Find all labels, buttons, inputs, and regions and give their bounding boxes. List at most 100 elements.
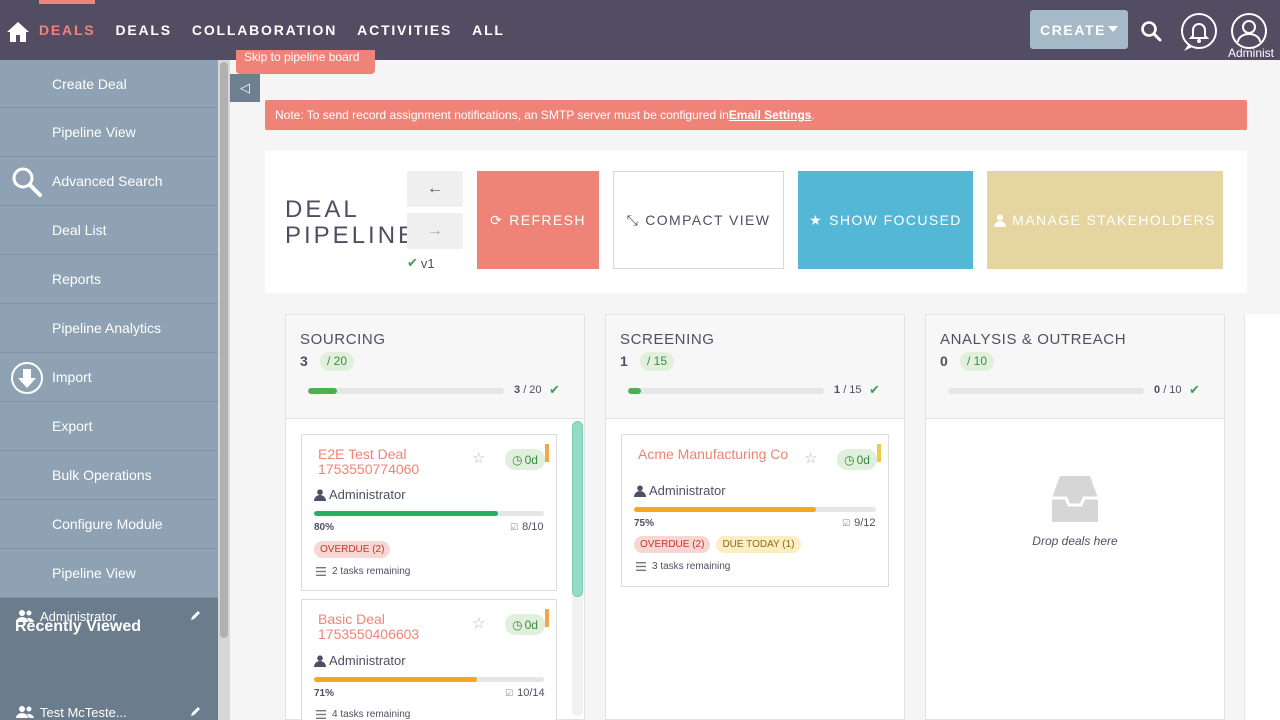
sidebar-item-label: Reports (52, 271, 102, 287)
compact-view-button[interactable]: ⤡ COMPACT VIEW (613, 171, 784, 269)
recent-item-test-mcteste[interactable]: Test McTeste... (15, 702, 210, 720)
next-pipeline-button[interactable]: → (407, 213, 463, 249)
deal-title[interactable]: Acme Manufacturing Co (638, 447, 788, 462)
users-icon (16, 706, 34, 718)
star-icon[interactable]: ☆ (472, 449, 485, 467)
home-icon[interactable] (6, 20, 30, 44)
show-focused-button[interactable]: ★ SHOW FOCUSED (798, 171, 973, 269)
download-icon (11, 362, 43, 394)
version-indicator: ✔ v1 (407, 255, 435, 271)
priority-flag (545, 609, 549, 627)
sidebar-item-label: Pipeline View (52, 124, 136, 140)
pencil-icon[interactable] (189, 705, 202, 718)
compress-icon: ⤡ (626, 211, 640, 228)
nav-all[interactable]: ALL (472, 0, 505, 60)
create-button[interactable]: CREATE (1030, 10, 1128, 49)
star-icon[interactable]: ☆ (804, 449, 817, 467)
due-today-tag[interactable]: DUE TODAY (1) (716, 536, 801, 553)
tasks-remaining-label: 4 tasks remaining (332, 709, 411, 720)
user-icon[interactable] (1230, 12, 1268, 50)
manage-stakeholders-button[interactable]: MANAGE STAKEHOLDERS (987, 171, 1223, 269)
deal-tags: OVERDUE (2) (314, 541, 396, 558)
deal-progress-fill (314, 511, 498, 516)
deal-progress-fill (634, 507, 816, 512)
stage-limit-badge: / 15 (640, 352, 675, 371)
sidebar-item-label: Pipeline View (52, 565, 136, 581)
stage-header: SCREENING 1 / 15 1 / 15 ✔ (606, 315, 904, 419)
collapse-sidebar-button[interactable]: ◁ (230, 74, 260, 102)
stage-column-next-partial (1244, 314, 1280, 720)
task-count: ☑ 10/14 (505, 687, 545, 699)
sidebar-item-configure-module[interactable]: Configure Module (0, 500, 218, 549)
deal-title[interactable]: E2E Test Deal 1753550774060 (318, 447, 419, 477)
sidebar-item-deal-list[interactable]: Deal List (0, 206, 218, 255)
deal-title-line1: Basic Deal (318, 611, 385, 627)
sidebar-item-label: Configure Module (52, 516, 163, 532)
sidebar-item-label: Advanced Search (52, 173, 163, 189)
days-in-stage-badge: ◷ 0d (505, 614, 545, 635)
deal-progress-percent: 71% (314, 688, 335, 699)
sidebar-item-pipeline-view[interactable]: Pipeline View (0, 108, 218, 157)
lane-scrollbar-thumb[interactable] (572, 421, 583, 597)
caret-down-icon (1108, 26, 1118, 32)
stage-fraction-den: / 20 (523, 384, 542, 396)
stage-progress-fill (628, 388, 642, 394)
deal-title-line2: 1753550774060 (318, 461, 420, 477)
stage-progress-bar (628, 388, 824, 394)
person-icon (994, 214, 1007, 227)
skip-link[interactable]: Skip to pipeline board (236, 50, 375, 74)
nav-deals[interactable]: DEALS (115, 0, 171, 60)
pencil-icon[interactable] (189, 609, 202, 622)
deal-tags: OVERDUE (2) DUE TODAY (1) (634, 536, 807, 553)
refresh-icon: ⟳ (490, 211, 504, 228)
overdue-tag[interactable]: OVERDUE (2) (634, 536, 711, 553)
refresh-button[interactable]: ⟳ REFRESH (477, 171, 599, 269)
deal-card[interactable]: Acme Manufacturing Co ☆ ◷ 0d Administrat… (621, 434, 889, 587)
nav-deals-current[interactable]: DEALS (39, 0, 96, 60)
stage-fraction-num: 1 (834, 384, 841, 396)
priority-flag (877, 444, 881, 462)
sidebar-item-bulk-operations[interactable]: Bulk Operations (0, 451, 218, 500)
deal-title[interactable]: Basic Deal 1753550406603 (318, 612, 419, 642)
bell-icon[interactable] (1180, 12, 1218, 52)
overdue-tag[interactable]: OVERDUE (2) (314, 541, 391, 558)
sidebar: Create Deal Pipeline View Advanced Searc… (0, 60, 218, 720)
recent-item-administrator[interactable]: Administrator (15, 606, 210, 626)
checklist-icon: ☑ (510, 522, 519, 532)
prev-pipeline-button[interactable]: ← (407, 171, 463, 207)
priority-flag (545, 444, 549, 462)
stage-progress-fill (308, 388, 338, 394)
user-name[interactable]: Administ (1228, 46, 1274, 60)
star-icon[interactable]: ☆ (472, 614, 485, 632)
sidebar-item-pipeline-analytics[interactable]: Pipeline Analytics (0, 304, 218, 353)
check-icon: ✔ (549, 382, 560, 397)
sidebar-item-advanced-search[interactable]: Advanced Search (0, 157, 218, 206)
show-focused-label: SHOW FOCUSED (829, 212, 962, 228)
clock-icon: ◷ (512, 617, 523, 632)
days-in-stage-badge: ◷ 0d (505, 449, 545, 470)
sidebar-item-import[interactable]: Import (0, 353, 218, 402)
refresh-label: REFRESH (509, 212, 586, 228)
days-label: 0d (524, 617, 538, 632)
checklist-icon: ☑ (505, 688, 514, 698)
drop-zone-text: Drop deals here (1032, 534, 1118, 548)
sidebar-item-create-deal[interactable]: Create Deal (0, 60, 218, 108)
sidebar-item-export[interactable]: Export (0, 402, 218, 451)
clock-icon: ◷ (844, 452, 855, 467)
page-title: DEAL PIPELINE (285, 197, 417, 249)
deal-card[interactable]: E2E Test Deal 1753550774060 ☆ ◷ 0d Admin… (301, 434, 557, 591)
email-settings-link[interactable]: Email Settings (729, 108, 812, 122)
search-icon[interactable] (1140, 20, 1162, 42)
deal-owner: Administrator (634, 483, 726, 498)
sidebar-item-label: Import (52, 369, 92, 385)
sidebar-item-label: Export (52, 418, 93, 434)
sidebar-scrollbar-thumb[interactable] (220, 62, 228, 638)
list-icon (636, 562, 646, 571)
star-icon: ★ (809, 211, 824, 228)
deal-card[interactable]: Basic Deal 1753550406603 ☆ ◷ 0d Administ… (301, 599, 557, 720)
sidebar-scrollbar[interactable] (218, 60, 230, 720)
sidebar-item-reports[interactable]: Reports (0, 255, 218, 304)
tasks-remaining: 2 tasks remaining (316, 566, 410, 577)
deal-title-line1: Acme Manufacturing Co (638, 446, 789, 462)
sidebar-item-pipeline-view-2[interactable]: Pipeline View (0, 549, 218, 598)
